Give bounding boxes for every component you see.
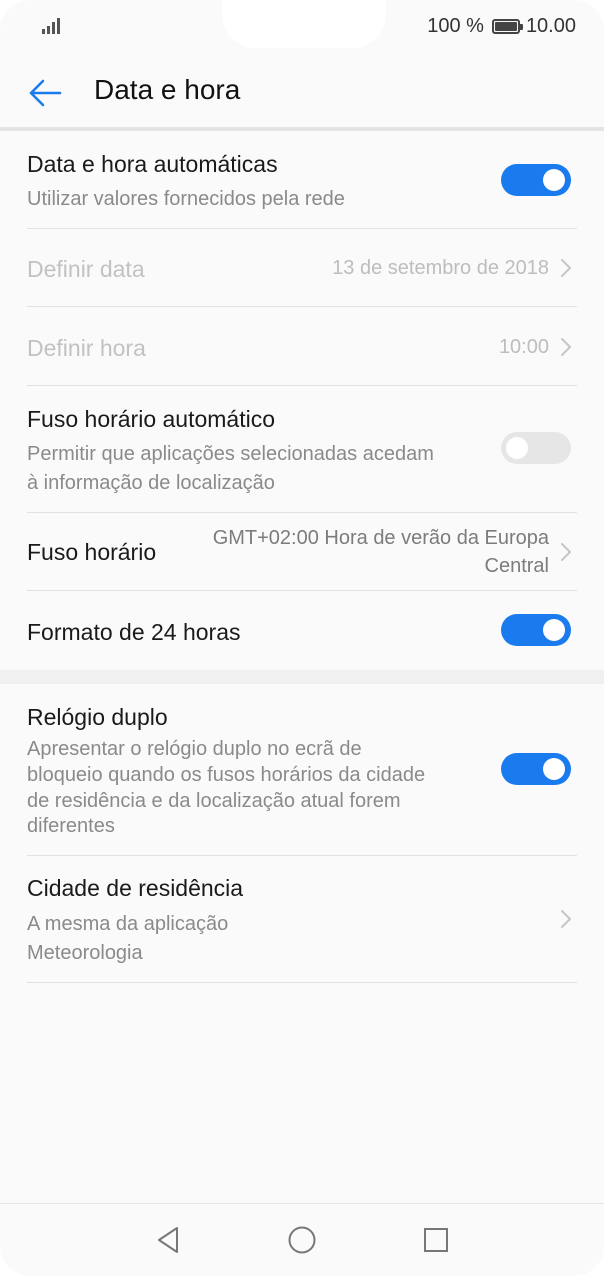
page-title: Data e hora [94,74,241,105]
circle-home-icon [288,1226,316,1254]
home-city-row[interactable]: Cidade de residência A mesma da aplicaçã… [27,856,577,983]
home-city-subtitle-line2: Meteorologia [27,942,143,964]
auto-timezone-toggle[interactable] [501,432,571,464]
set-date-title: Definir data [27,256,145,282]
home-city-title: Cidade de residência [27,875,244,901]
set-date-value: 13 de setembro de 2018 [332,257,549,279]
chevron-right-icon [561,338,571,356]
chevron-right-icon [561,259,571,277]
timezone-value-line1: GMT+02:00 Hora de verão da Europa [212,527,549,549]
toolbar: Data e hora [0,52,604,128]
auto-datetime-row[interactable]: Data e hora automáticas Utilizar valores… [27,131,577,229]
navigation-bar [0,1204,604,1276]
auto-timezone-title: Fuso horário automático [27,406,276,432]
set-time-row[interactable]: Definir hora 10:00 [27,307,577,386]
section-divider [0,670,604,684]
battery-icon [491,18,523,34]
timezone-row[interactable]: Fuso horário GMT+02:00 Hora de verão da … [27,513,577,591]
auto-timezone-subtitle-line2: à informação de localização [27,472,275,494]
dual-clock-subtitle-line1: Apresentar o relógio duplo no ecrã de [27,738,362,760]
square-recents-icon [424,1228,448,1252]
dual-clock-title: Relógio duplo [27,704,168,730]
signal-icon [42,16,64,34]
format-24h-toggle[interactable] [501,614,571,646]
toggle-knob [543,169,565,191]
nav-recents-button[interactable] [414,1220,458,1260]
dual-clock-subtitle-line4: diferentes [27,815,115,837]
auto-timezone-row[interactable]: Fuso horário automático Permitir que apl… [27,386,577,513]
auto-datetime-title: Data e hora automáticas [27,151,278,177]
status-bar: 100 % 10.00 [0,0,604,52]
set-time-value: 10:00 [498,336,549,358]
dual-clock-toggle[interactable] [501,753,571,785]
chevron-right-icon [561,543,571,561]
timezone-value-line2: Central [484,555,549,577]
auto-datetime-toggle[interactable] [501,164,571,196]
nav-back-button[interactable] [146,1220,190,1260]
status-time: 10.00 [525,14,576,37]
phone-screen: 100 % 10.00 Data e hora Data e hora auto… [0,0,604,1276]
back-button[interactable] [22,70,68,116]
home-city-subtitle-line1: A mesma da aplicação [27,913,229,935]
camera-notch [222,0,386,48]
dual-clock-row[interactable]: Relógio duplo Apresentar o relógio duplo… [27,684,577,856]
auto-timezone-subtitle-line1: Permitir que aplicações selecionadas ace… [27,443,434,465]
format-24h-row[interactable]: Formato de 24 horas [27,591,577,670]
dual-clock-subtitle-line3: de residência e da localização atual for… [27,790,401,812]
dual-clock-subtitle-line2: bloqueio quando os fusos horários da cid… [27,764,426,786]
arrow-left-icon [29,79,62,107]
toggle-knob [543,758,565,780]
triangle-back-icon [158,1227,178,1253]
battery-percent: 100 % [427,14,484,37]
timezone-value: GMT+02:00 Hora de verão da Europa Centra… [213,524,549,580]
timezone-title: Fuso horário [27,539,157,565]
set-time-title: Definir hora [27,335,146,361]
toggle-knob [506,437,528,459]
toggle-knob [543,619,565,641]
status-right: 100 % 10.00 [427,14,576,38]
format-24h-title: Formato de 24 horas [27,619,241,645]
chevron-right-icon [561,910,571,928]
auto-datetime-subtitle: Utilizar valores fornecidos pela rede [27,188,345,210]
nav-home-button[interactable] [280,1220,324,1260]
set-date-row[interactable]: Definir data 13 de setembro de 2018 [27,229,577,307]
